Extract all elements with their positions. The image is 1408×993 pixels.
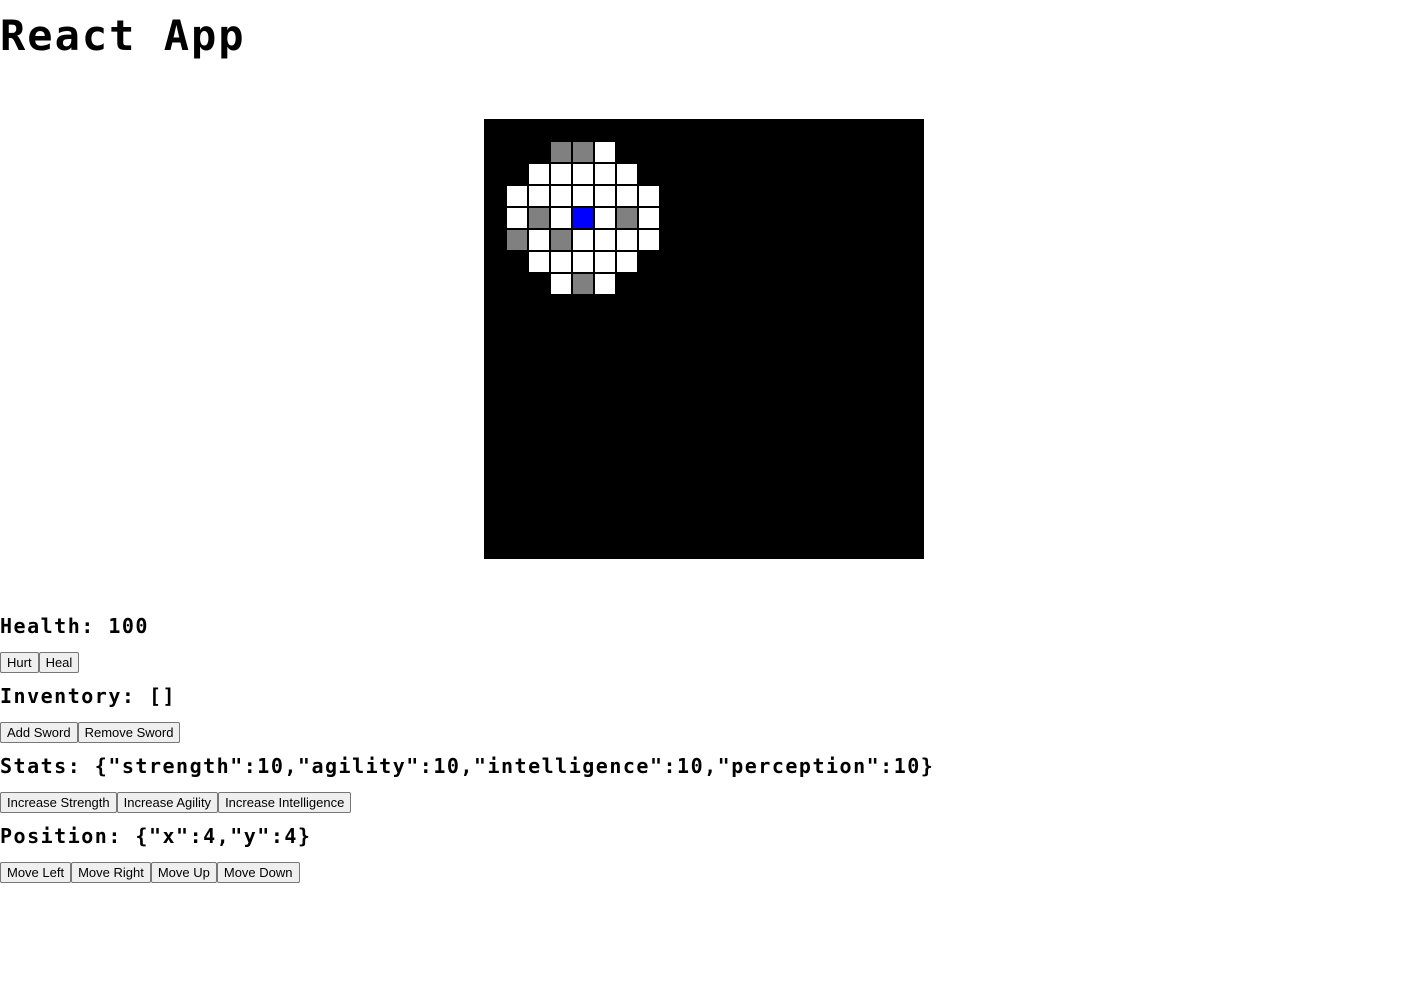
stats-display: Stats: {"strength":10,"agility":10,"inte… [0,754,935,778]
wall-tile [550,141,572,163]
move-left-button[interactable]: Move Left [0,862,72,883]
floor-tile [638,185,660,207]
floor-tile [550,273,572,295]
floor-tile [594,141,616,163]
add-sword-button[interactable]: Add Sword [0,722,78,743]
move-down-button[interactable]: Move Down [216,862,300,883]
floor-tile [528,163,550,185]
position-display: Position: {"x":4,"y":4} [0,824,312,848]
floor-tile [616,185,638,207]
movement-controls: Move Left Move Right Move Up Move Down [0,862,300,883]
floor-tile [572,163,594,185]
floor-tile [572,229,594,251]
wall-tile [572,273,594,295]
wall-tile [506,229,528,251]
game-board [484,119,924,559]
increase-intelligence-button[interactable]: Increase Intelligence [218,792,352,813]
remove-sword-button[interactable]: Remove Sword [77,722,181,743]
floor-tile [572,185,594,207]
floor-tile [528,251,550,273]
health-controls: Hurt Heal [0,652,80,673]
floor-tile [638,207,660,229]
floor-tile [594,229,616,251]
floor-tile [550,251,572,273]
increase-strength-button[interactable]: Increase Strength [0,792,117,813]
floor-tile [594,163,616,185]
health-display: Health: 100 [0,614,149,638]
floor-tile [528,185,550,207]
floor-tile [550,185,572,207]
wall-tile [572,141,594,163]
inventory-controls: Add Sword Remove Sword [0,722,181,743]
wall-tile [528,207,550,229]
floor-tile [616,251,638,273]
floor-tile [550,163,572,185]
floor-tile [572,251,594,273]
floor-tile [594,251,616,273]
player-tile [572,207,594,229]
floor-tile [638,229,660,251]
stats-controls: Increase Strength Increase Agility Incre… [0,792,352,813]
app-title: React App [0,11,246,60]
wall-tile [616,207,638,229]
increase-agility-button[interactable]: Increase Agility [116,792,219,813]
floor-tile [506,185,528,207]
move-right-button[interactable]: Move Right [71,862,151,883]
heal-button[interactable]: Heal [38,652,80,673]
floor-tile [528,229,550,251]
floor-tile [616,163,638,185]
floor-tile [616,229,638,251]
hurt-button[interactable]: Hurt [0,652,39,673]
floor-tile [594,273,616,295]
inventory-display: Inventory: [] [0,684,177,708]
floor-tile [594,185,616,207]
wall-tile [550,229,572,251]
move-up-button[interactable]: Move Up [150,862,217,883]
floor-tile [506,207,528,229]
floor-tile [550,207,572,229]
floor-tile [594,207,616,229]
